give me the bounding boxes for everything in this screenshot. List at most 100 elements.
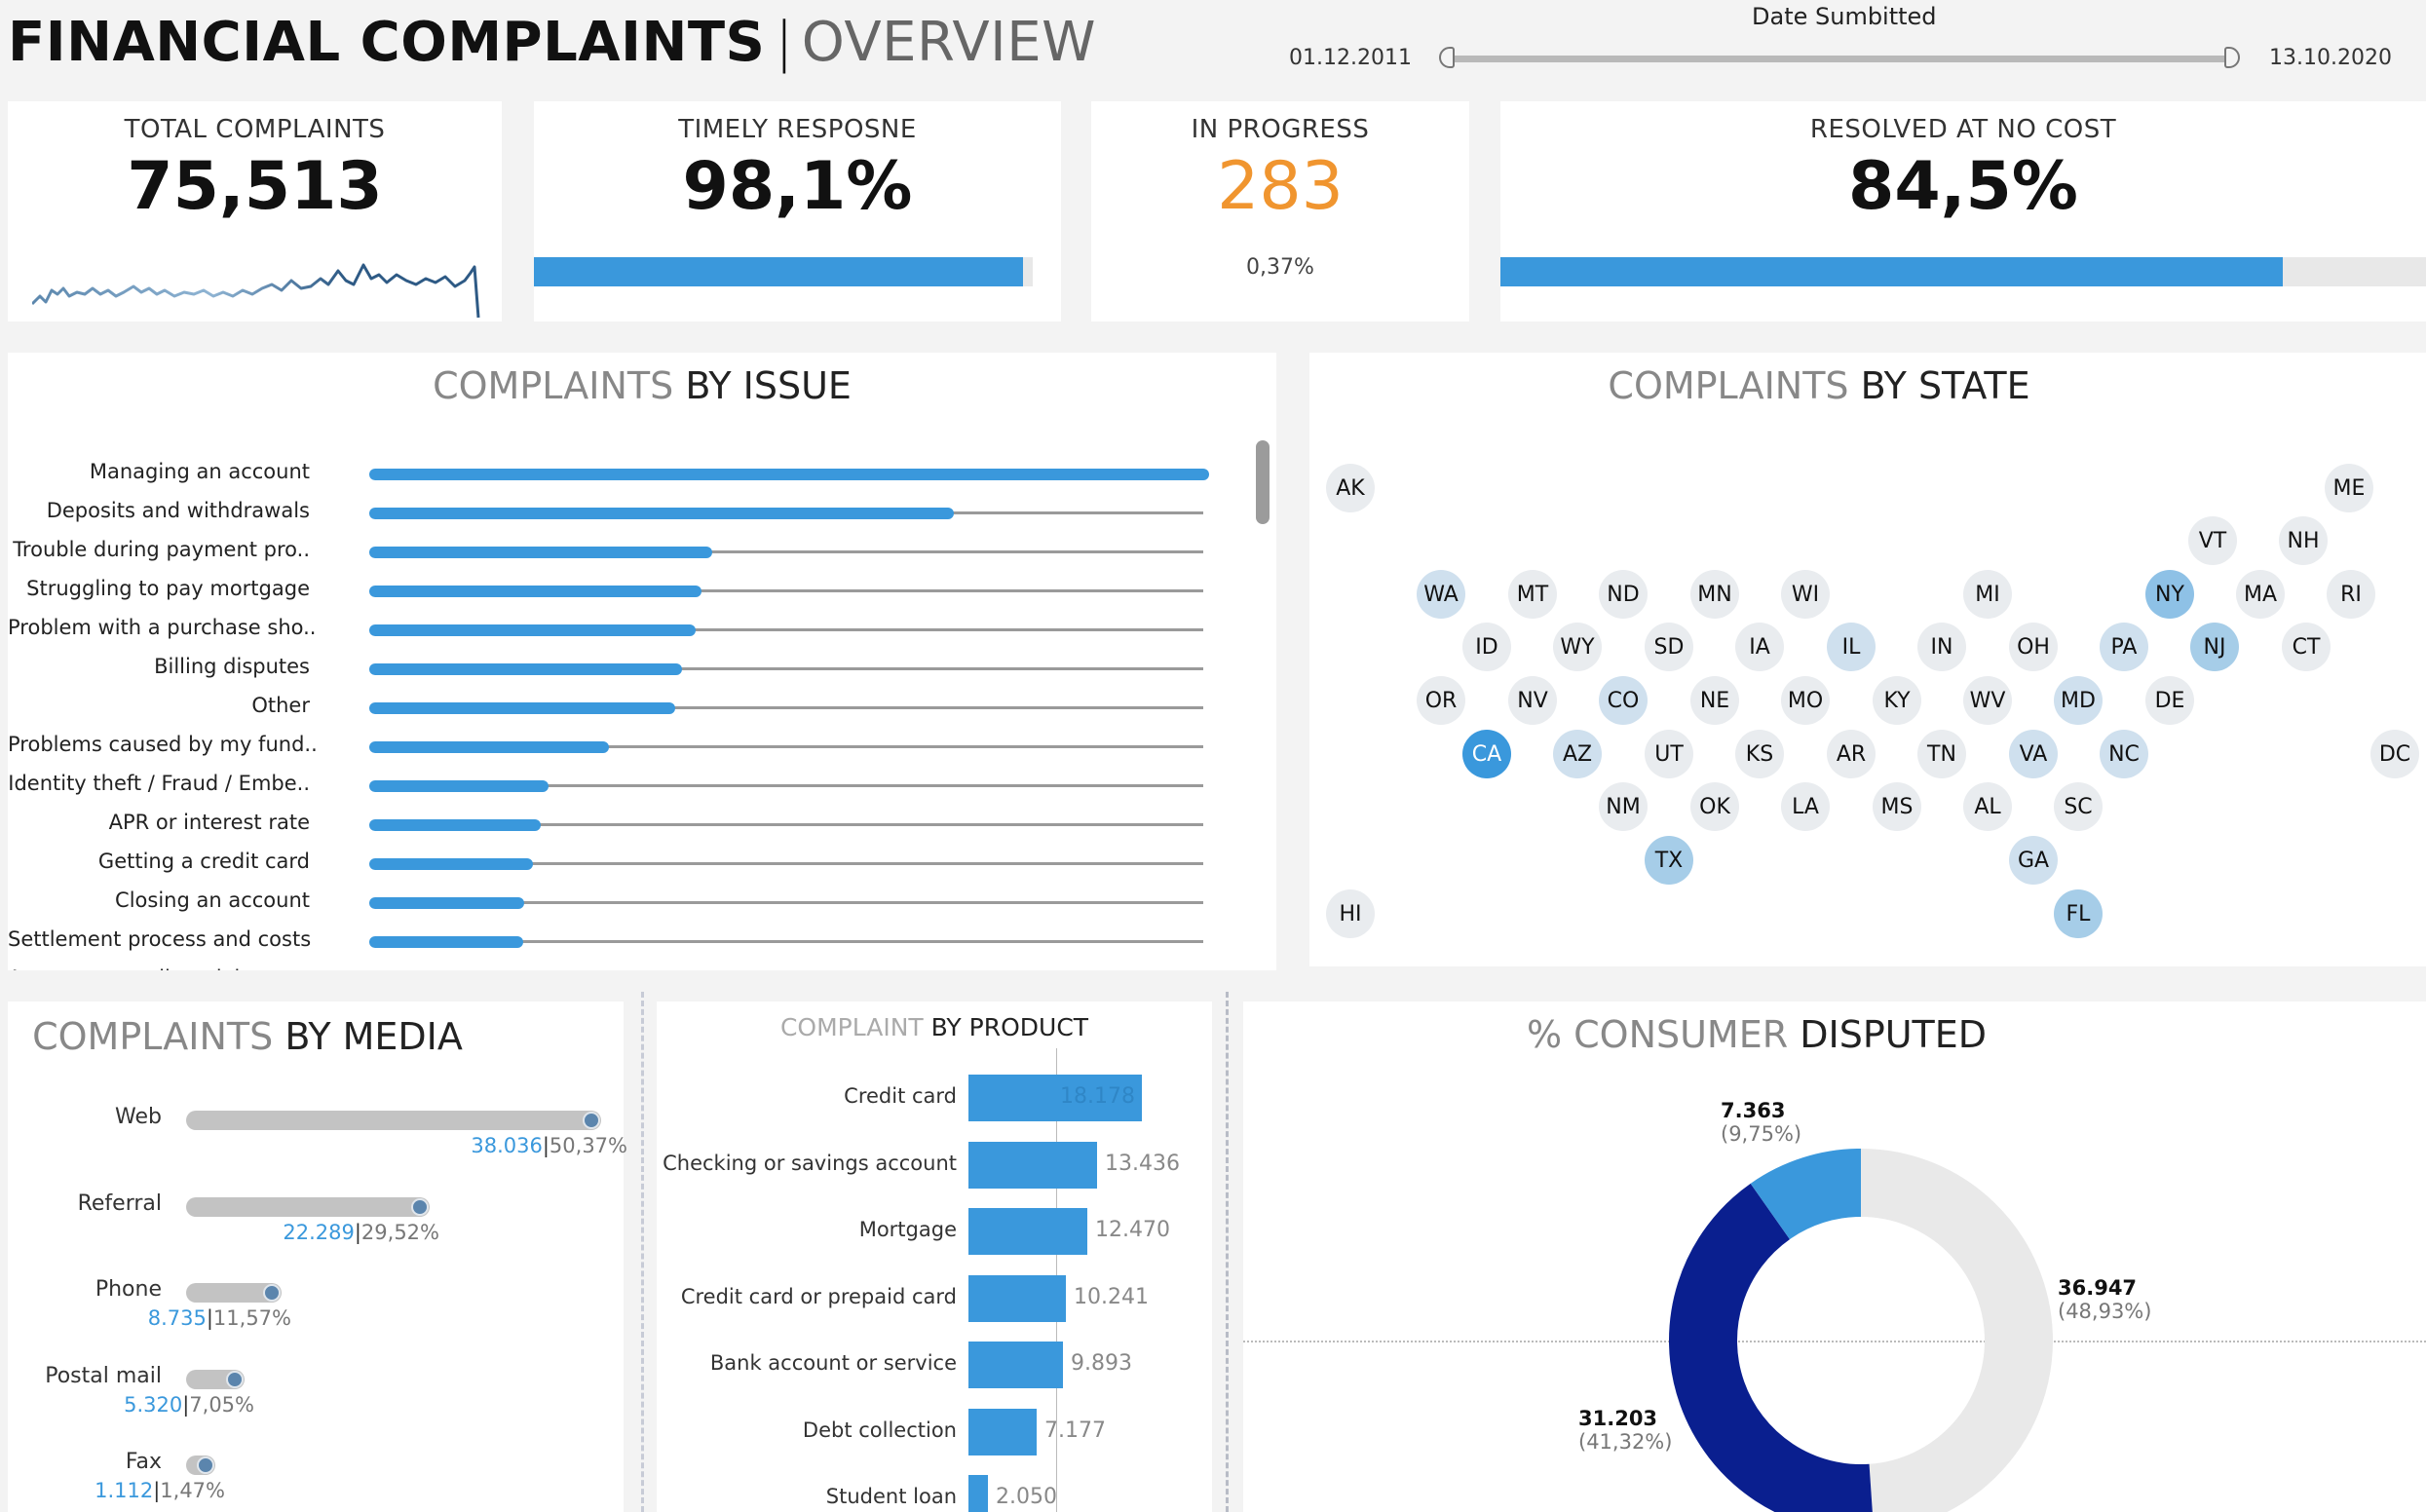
issue-bar[interactable] (369, 741, 609, 753)
kpi-timely-response: TIMELY RESPOSNE 98,1% (534, 101, 1061, 321)
issue-bar[interactable] (369, 663, 682, 675)
state-tile-mi[interactable]: MI (1963, 570, 2012, 619)
state-tile-ar[interactable]: AR (1827, 730, 1876, 778)
state-tile-wv[interactable]: WV (1963, 676, 2012, 725)
issue-bar[interactable] (369, 819, 541, 831)
state-tile-ky[interactable]: KY (1873, 676, 1921, 725)
state-tile-ms[interactable]: MS (1873, 782, 1921, 831)
issue-bar[interactable] (369, 586, 701, 597)
product-bar[interactable] (968, 1274, 1066, 1322)
issue-row[interactable]: Trouble during payment pro.. (8, 532, 1235, 571)
issue-row[interactable]: Billing disputes (8, 649, 1235, 688)
product-value: 9.893 (1071, 1351, 1132, 1376)
state-tile-al[interactable]: AL (1963, 782, 2012, 831)
issue-row[interactable]: Attempts to collect debt not .. (8, 961, 1235, 970)
issue-bar[interactable] (369, 624, 696, 636)
state-tile-ri[interactable]: RI (2327, 570, 2375, 619)
product-bar[interactable] (968, 1408, 1037, 1455)
state-tile-ca[interactable]: CA (1462, 730, 1511, 778)
issue-bar[interactable] (369, 936, 523, 948)
state-tile-ut[interactable]: UT (1645, 730, 1693, 778)
product-bar[interactable] (968, 1342, 1063, 1388)
state-tile-nj[interactable]: NJ (2190, 623, 2239, 671)
state-tile-ia[interactable]: IA (1735, 623, 1784, 671)
issue-row[interactable]: Struggling to pay mortgage (8, 571, 1235, 610)
product-bar[interactable] (968, 1141, 1097, 1189)
disputed-no-count: 36.947 (2058, 1276, 2138, 1300)
state-tile-ny[interactable]: NY (2145, 570, 2194, 619)
issue-bar[interactable] (369, 702, 675, 714)
state-tile-mt[interactable]: MT (1508, 570, 1557, 619)
state-tile-oh[interactable]: OH (2009, 623, 2058, 671)
issue-row[interactable]: Closing an account (8, 883, 1235, 922)
disputed-yes-slice[interactable] (1750, 1149, 1862, 1240)
state-tile-co[interactable]: CO (1599, 676, 1648, 725)
state-tile-il[interactable]: IL (1827, 623, 1876, 671)
disputed-no-slice[interactable] (1860, 1149, 2053, 1512)
state-tile-nv[interactable]: NV (1508, 676, 1557, 725)
issue-label: APR or interest rate (108, 811, 310, 834)
state-tile-in[interactable]: IN (1917, 623, 1966, 671)
state-tile-mn[interactable]: MN (1690, 570, 1739, 619)
state-tile-ct[interactable]: CT (2282, 623, 2331, 671)
issue-bar[interactable] (369, 508, 954, 519)
state-tile-ne[interactable]: NE (1690, 676, 1739, 725)
issue-label: Getting a credit card (97, 850, 310, 873)
issue-row[interactable]: Identity theft / Fraud / Embe.. (8, 766, 1235, 805)
state-tile-ok[interactable]: OK (1690, 782, 1739, 831)
issue-row[interactable]: Problem with a purchase sho.. (8, 610, 1235, 649)
date-slider-start-handle[interactable] (1439, 47, 1455, 68)
issue-row[interactable]: Getting a credit card (8, 844, 1235, 883)
state-tile-dc[interactable]: DC (2370, 730, 2419, 778)
date-slider-track[interactable] (1447, 56, 2234, 62)
state-tile-ma[interactable]: MA (2236, 570, 2285, 619)
issues-scrollbar[interactable] (1256, 440, 1270, 524)
state-tile-la[interactable]: LA (1781, 782, 1830, 831)
disputed-na-slice[interactable] (1669, 1183, 1873, 1512)
issue-row[interactable]: APR or interest rate (8, 805, 1235, 844)
state-tile-nd[interactable]: ND (1599, 570, 1648, 619)
state-tile-nh[interactable]: NH (2279, 516, 2328, 565)
issue-row[interactable]: Managing an account (8, 454, 1235, 493)
issue-row[interactable]: Deposits and withdrawals (8, 493, 1235, 532)
state-tile-ga[interactable]: GA (2009, 836, 2058, 885)
state-tile-or[interactable]: OR (1417, 676, 1465, 725)
issue-bar[interactable] (369, 547, 712, 558)
state-tile-nc[interactable]: NC (2100, 730, 2148, 778)
issue-bar[interactable] (369, 897, 524, 909)
product-bar[interactable] (968, 1475, 988, 1512)
state-tile-mo[interactable]: MO (1781, 676, 1830, 725)
state-tile-wi[interactable]: WI (1781, 570, 1830, 619)
issue-bar[interactable] (369, 780, 549, 792)
state-tile-vt[interactable]: VT (2188, 516, 2237, 565)
media-bar[interactable] (186, 1111, 601, 1130)
media-bar[interactable] (186, 1196, 430, 1217)
state-tile-ak[interactable]: AK (1326, 464, 1375, 512)
issue-bar[interactable] (369, 858, 533, 870)
state-tile-fl[interactable]: FL (2054, 889, 2103, 938)
state-tile-me[interactable]: ME (2325, 464, 2373, 512)
issue-label: Managing an account (89, 460, 310, 483)
state-tile-tx[interactable]: TX (1645, 836, 1693, 885)
date-slider-end-handle[interactable] (2224, 47, 2240, 68)
kpi-progress-label: IN PROGRESS (1191, 115, 1370, 144)
state-tile-sc[interactable]: SC (2054, 782, 2103, 831)
issue-row[interactable]: Other (8, 688, 1235, 727)
issue-row[interactable]: Settlement process and costs (8, 922, 1235, 961)
state-tile-sd[interactable]: SD (1645, 623, 1693, 671)
state-tile-wa[interactable]: WA (1417, 570, 1465, 619)
state-tile-hi[interactable]: HI (1326, 889, 1375, 938)
state-tile-va[interactable]: VA (2009, 730, 2058, 778)
state-tile-pa[interactable]: PA (2100, 623, 2148, 671)
issue-row[interactable]: Problems caused by my fund.. (8, 727, 1235, 766)
state-tile-id[interactable]: ID (1462, 623, 1511, 671)
state-tile-tn[interactable]: TN (1917, 730, 1966, 778)
state-tile-nm[interactable]: NM (1599, 782, 1648, 831)
state-tile-md[interactable]: MD (2054, 676, 2103, 725)
state-tile-az[interactable]: AZ (1553, 730, 1602, 778)
state-tile-de[interactable]: DE (2145, 676, 2194, 725)
state-tile-wy[interactable]: WY (1553, 623, 1602, 671)
product-bar[interactable] (968, 1208, 1087, 1255)
state-tile-ks[interactable]: KS (1735, 730, 1784, 778)
issue-bar[interactable] (369, 469, 1209, 480)
